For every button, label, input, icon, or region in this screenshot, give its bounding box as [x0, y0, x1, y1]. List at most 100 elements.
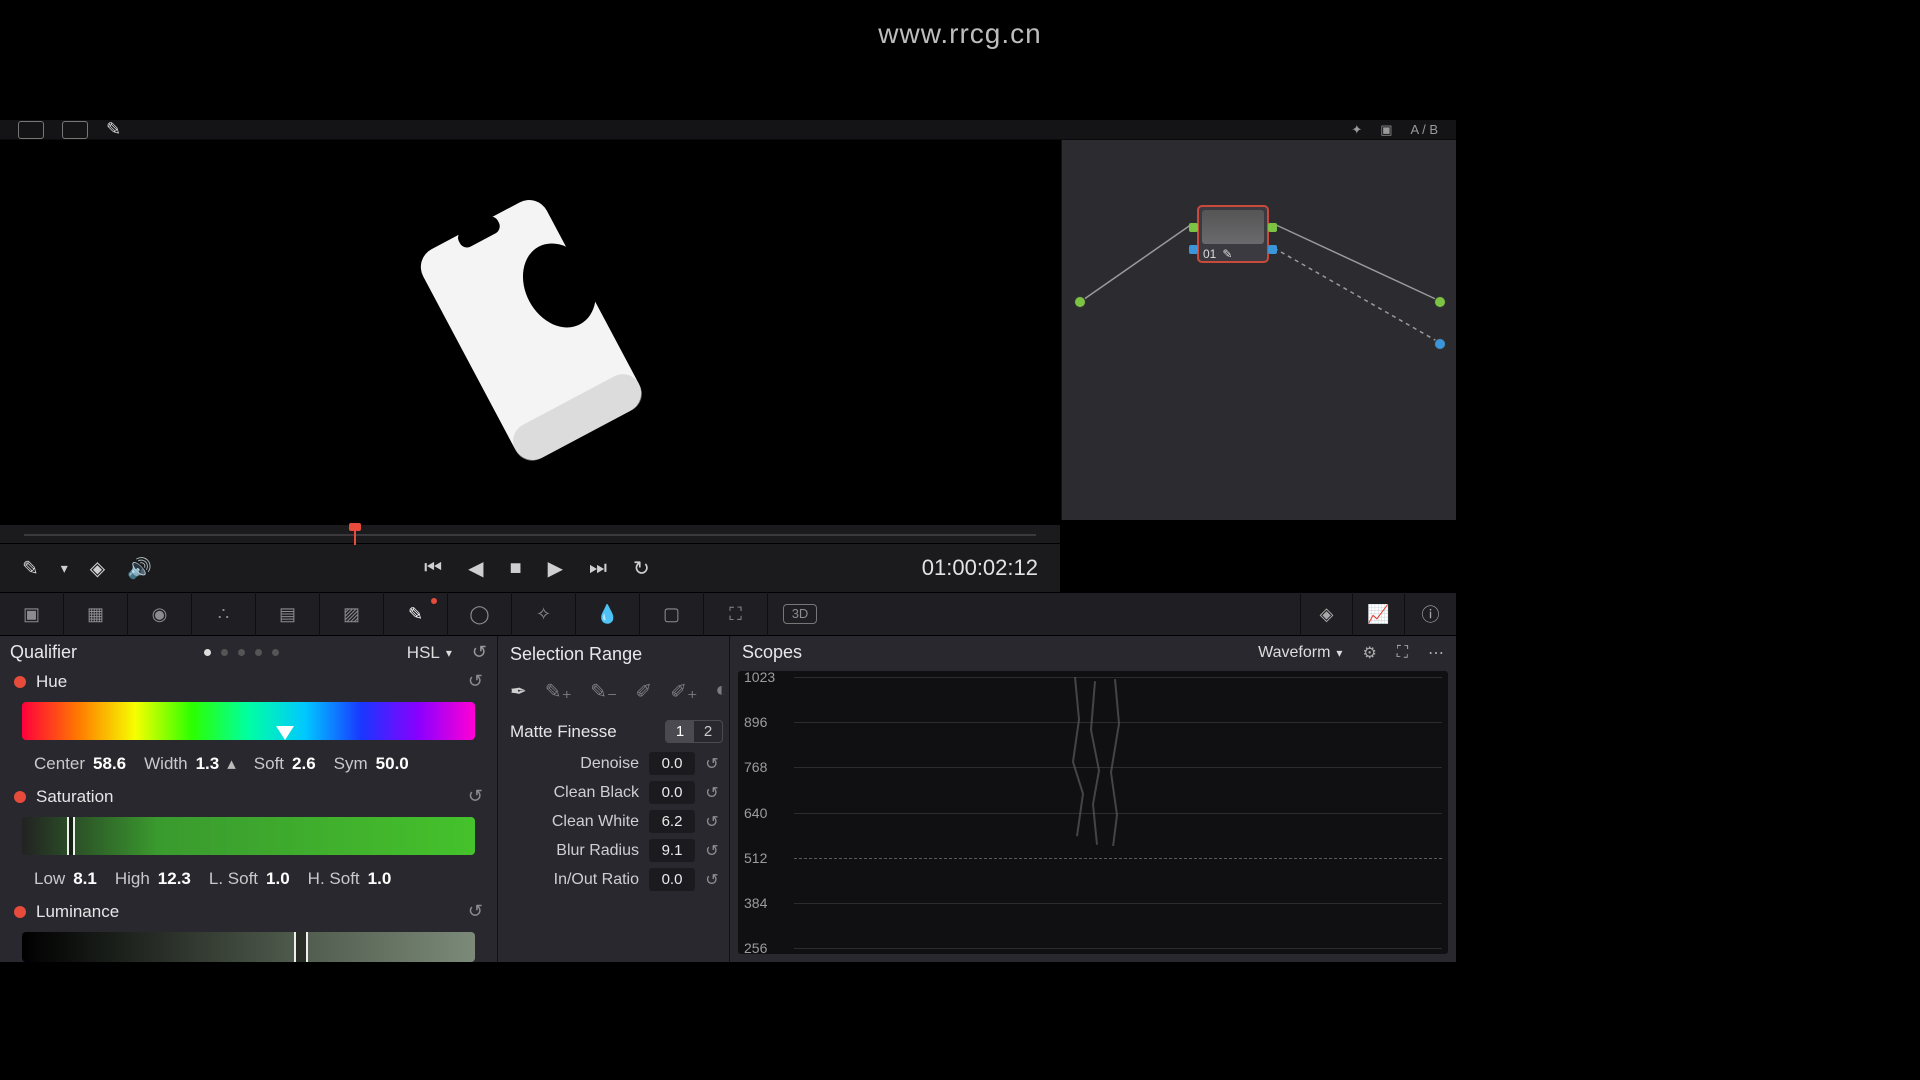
luminance-bar[interactable]	[22, 932, 475, 962]
mute-icon[interactable]: 🔊	[127, 556, 152, 581]
layers-icon[interactable]: ◈	[90, 556, 105, 581]
lum-enable-dot[interactable]	[14, 906, 26, 918]
tracker-icon[interactable]: ✧	[512, 592, 576, 636]
chevron-down-icon[interactable]: ▾	[61, 560, 68, 577]
camera-raw-icon[interactable]: ▣	[0, 592, 64, 636]
qualifier-reset-icon[interactable]: ↺	[472, 642, 487, 663]
node-output-port[interactable]	[1268, 223, 1277, 232]
window-icon[interactable]: ◯	[448, 592, 512, 636]
picker-icon[interactable]: ✎	[22, 556, 39, 581]
layout-single-icon[interactable]	[18, 121, 44, 139]
highlight-wand-icon[interactable]: ✎	[106, 119, 121, 140]
scopes-mode-dropdown[interactable]: Waveform▾	[1258, 644, 1342, 662]
loop-button[interactable]: ↻	[633, 556, 650, 581]
wheels-icon[interactable]: ◉	[128, 592, 192, 636]
stereo-3d-icon[interactable]: 3D	[783, 604, 817, 624]
blur-icon[interactable]: 💧	[576, 592, 640, 636]
sat-high-value[interactable]: 12.3	[158, 869, 191, 889]
qualifier-panel: Qualifier HSL▾ ↺ Hue ↺	[0, 636, 498, 962]
play-button[interactable]: ▶	[548, 556, 563, 581]
matte-tab-2[interactable]: 2	[694, 721, 722, 742]
node-input-port[interactable]	[1189, 223, 1198, 232]
lum-reset-icon[interactable]: ↺	[468, 901, 483, 922]
ab-compare-toggle[interactable]: A / B	[1411, 122, 1438, 137]
scopes-more-icon[interactable]: ⋯	[1428, 643, 1444, 663]
node-key-output-port[interactable]	[1268, 245, 1277, 254]
sat-reset-icon[interactable]: ↺	[468, 786, 483, 807]
image-wipe-icon[interactable]: ▣	[1380, 122, 1392, 138]
chevron-up-icon[interactable]: ▴	[227, 754, 236, 774]
picker-set-icon[interactable]: ✒	[510, 679, 527, 704]
last-frame-button[interactable]: ⏭	[589, 557, 607, 580]
waveform-scope[interactable]: 1023896768640512384256	[738, 671, 1448, 954]
saturation-marker[interactable]	[67, 817, 75, 855]
invert-icon[interactable]: ◐	[716, 679, 728, 704]
node-output-dot[interactable]	[1434, 296, 1446, 308]
key-icon[interactable]: ▢	[640, 592, 704, 636]
playhead[interactable]	[354, 525, 356, 545]
keyframes-icon[interactable]: ◈	[1300, 592, 1352, 636]
picker-sub-icon[interactable]: ✎₋	[590, 679, 617, 704]
sat-low-value[interactable]: 8.1	[73, 869, 97, 889]
layout-dual-icon[interactable]	[62, 121, 88, 139]
luminance-marker[interactable]	[294, 932, 308, 962]
hue-bar[interactable]	[22, 702, 475, 740]
play-reverse-button[interactable]: ◀	[468, 556, 483, 581]
sat-label: Saturation	[36, 787, 114, 807]
qualifier-mode-dropdown[interactable]: HSL▾	[407, 643, 452, 663]
matte-finesse-tabs[interactable]: 1 2	[665, 720, 723, 743]
reset-icon[interactable]: ↺	[701, 754, 723, 774]
saturation-bar[interactable]	[22, 817, 475, 855]
node-source-dot[interactable]	[1074, 296, 1086, 308]
sat-lsoft-value[interactable]: 1.0	[266, 869, 290, 889]
color-match-icon[interactable]: ▦	[64, 592, 128, 636]
node-key-input-port[interactable]	[1189, 245, 1198, 254]
sat-enable-dot[interactable]	[14, 791, 26, 803]
curves-icon[interactable]: ▨	[320, 592, 384, 636]
info-icon[interactable]: ⓘ	[1404, 592, 1456, 636]
hdr-icon[interactable]: ∴	[192, 592, 256, 636]
hue-width-value[interactable]: 1.3	[196, 754, 220, 774]
reset-icon[interactable]: ↺	[701, 812, 723, 832]
node-01[interactable]: 01 ✎	[1197, 205, 1269, 263]
timecode-display[interactable]: 01:00:02:12	[922, 555, 1038, 581]
matte-row-value[interactable]: 9.1	[649, 839, 695, 862]
scopes-panel: Scopes Waveform▾ ⚙ ⛶ ⋯ 10238967686405123…	[730, 636, 1456, 962]
matte-row-value[interactable]: 0.0	[649, 781, 695, 804]
qualifier-icon[interactable]: ✎	[384, 592, 448, 636]
hue-marker[interactable]	[276, 726, 294, 764]
sat-hsoft-value[interactable]: 1.0	[368, 869, 392, 889]
hue-center-value[interactable]: 58.6	[93, 754, 126, 774]
reset-icon[interactable]: ↺	[701, 783, 723, 803]
scopes-expand-icon[interactable]: ⛶	[1397, 644, 1408, 662]
feather-set-icon[interactable]: ✐	[635, 679, 652, 704]
scopes-toggle-icon[interactable]: 📈	[1352, 592, 1404, 636]
scopes-settings-icon[interactable]: ⚙	[1362, 643, 1376, 663]
node-graph[interactable]: 01 ✎	[1061, 140, 1456, 520]
qualifier-page-dots[interactable]	[87, 649, 397, 656]
sparkle-icon[interactable]: ✦	[1351, 122, 1362, 138]
picker-add-icon[interactable]: ✎₊	[545, 679, 572, 704]
reset-icon[interactable]: ↺	[701, 870, 723, 890]
hue-label: Hue	[36, 672, 67, 692]
matte-row-value[interactable]: 0.0	[649, 868, 695, 891]
matte-row-value[interactable]: 6.2	[649, 810, 695, 833]
matte-tab-1[interactable]: 1	[666, 721, 694, 742]
hue-enable-dot[interactable]	[14, 676, 26, 688]
first-frame-button[interactable]: ⏮	[424, 557, 442, 580]
sizing-icon[interactable]: ⛶	[704, 592, 768, 636]
viewer[interactable]	[0, 140, 1061, 520]
feather-add-icon[interactable]: ✐₊	[670, 679, 697, 704]
hue-sym-value[interactable]: 50.0	[376, 754, 409, 774]
matte-finesse-label: Matte Finesse	[510, 722, 665, 742]
hue-soft-value[interactable]: 2.6	[292, 754, 316, 774]
mini-timeline[interactable]	[0, 524, 1060, 544]
matte-row: In/Out Ratio0.0↺	[498, 865, 729, 894]
reset-icon[interactable]: ↺	[701, 841, 723, 861]
matte-row-value[interactable]: 0.0	[649, 752, 695, 775]
node-alpha-output-dot[interactable]	[1434, 338, 1446, 350]
stop-button[interactable]: ■	[510, 557, 522, 580]
hue-reset-icon[interactable]: ↺	[468, 671, 483, 692]
waveform-trace	[1065, 677, 1135, 847]
rgb-mixer-icon[interactable]: ▤	[256, 592, 320, 636]
